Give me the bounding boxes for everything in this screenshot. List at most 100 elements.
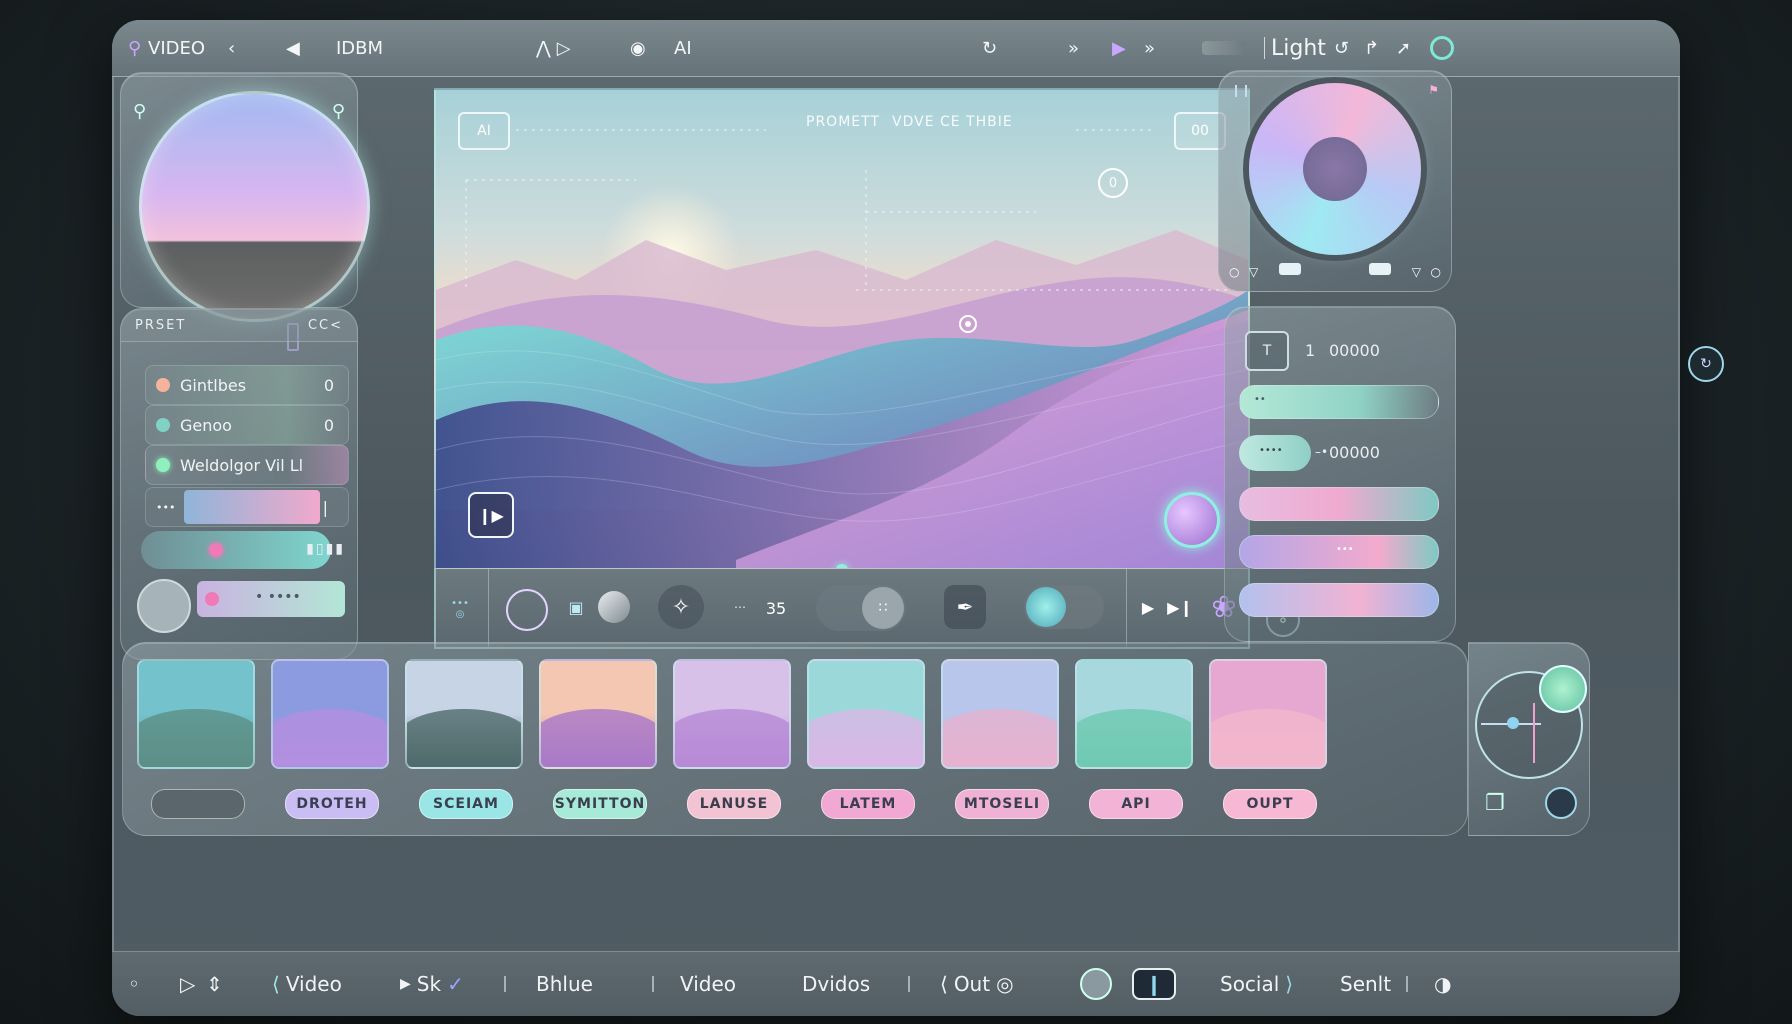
refresh-button[interactable]: ↺ — [1334, 38, 1349, 59]
thumbnail-lavender-field[interactable] — [673, 659, 791, 769]
sync-button[interactable]: ↻ — [982, 38, 997, 59]
record-button[interactable]: ◉ — [630, 38, 646, 59]
shape-toggle[interactable] — [1024, 585, 1104, 629]
video-preview[interactable]: AI PROMETT VDVE CE THBIE 00 0 ❙▶ — [434, 88, 1250, 572]
video-menu[interactable]: VIDEO — [148, 38, 205, 59]
play-pause-button[interactable]: ❙▶ — [468, 492, 514, 538]
color-orb[interactable] — [139, 91, 370, 322]
nav-dot-icon[interactable]: ◦ — [128, 972, 140, 996]
value-chip[interactable]: •••• — [1239, 435, 1311, 471]
category-tag[interactable]: DROTEH — [285, 789, 379, 819]
violet-slider[interactable]: ••• — [1239, 535, 1439, 569]
preset-row[interactable]: Weldolgor Vil Ll — [145, 445, 349, 485]
category-tag[interactable]: OUPT — [1223, 789, 1317, 819]
search-button[interactable]: ⚲ — [128, 38, 141, 59]
grid-toggle[interactable]: ∷ — [816, 585, 906, 631]
thumbnail-green-valley[interactable] — [1075, 659, 1193, 769]
category-tag[interactable]: SYMITTON — [553, 789, 647, 819]
playback-controls: ••• ◎ ▣ ✧ ⋯ 35 ∷ ✒ ▶ ▶❙ — [434, 568, 1300, 649]
mini-slider-knob[interactable] — [205, 592, 219, 606]
clipboard-icon[interactable]: ❐ — [1485, 791, 1505, 816]
category-tag[interactable]: LANUSE — [687, 789, 781, 819]
nav-senlt-tab[interactable]: Senlt — [1340, 972, 1391, 996]
pin-right-icon[interactable]: ⚲ — [332, 101, 345, 122]
text-tool-button[interactable]: T — [1245, 331, 1289, 371]
nav-chevron-icon: ⟨ — [272, 972, 280, 996]
row-label: Genoo — [180, 415, 232, 435]
pen-tool-button[interactable]: ✒ — [944, 585, 986, 629]
category-tag[interactable]: SCEIAM — [419, 789, 513, 819]
disc-button-right[interactable] — [1369, 263, 1391, 275]
collapse-button[interactable]: ‹ — [228, 38, 235, 59]
node-orb[interactable] — [1539, 665, 1587, 713]
link-button[interactable]: ↱ — [1364, 38, 1379, 59]
category-tag[interactable]: LATEM — [821, 789, 915, 819]
thumbnail-cactus[interactable] — [807, 659, 925, 769]
preset-row[interactable]: Gintlbes 0 — [145, 365, 349, 405]
step-button[interactable]: ▶❙ — [1167, 597, 1193, 617]
compass-button[interactable] — [1545, 787, 1577, 819]
record-orb-button[interactable] — [1164, 492, 1220, 548]
blue-slider[interactable] — [1239, 583, 1439, 617]
small-toggle-dots-icon: ••• — [451, 598, 469, 609]
nav-out-tab[interactable]: ⟨ Out ◎ — [940, 972, 1014, 996]
thumbnail-misty-sea[interactable] — [941, 659, 1059, 769]
nav-toggle-button[interactable]: ❙ — [1132, 968, 1176, 1000]
nav-video-tab[interactable]: ⟨ Video — [272, 972, 342, 996]
nav-video2-tab[interactable]: Video — [680, 972, 736, 996]
disc-button-left[interactable] — [1279, 263, 1301, 275]
skip-button[interactable]: » — [1144, 38, 1155, 59]
nav-end-icon[interactable]: ◑ — [1434, 972, 1451, 996]
toggle-knob[interactable] — [209, 543, 223, 557]
fast-forward-button[interactable]: » — [1068, 38, 1079, 59]
nav-sort-icon[interactable]: ⇕ — [206, 972, 223, 996]
pink-slider[interactable] — [1239, 487, 1439, 521]
mint-slider[interactable]: •• — [1239, 385, 1439, 419]
row-label: Gintlbes — [180, 375, 247, 395]
toggle-slider[interactable]: ▮▯▮▮ — [141, 531, 343, 569]
gradient-slider[interactable] — [184, 490, 320, 524]
cube-button[interactable]: ▣ — [564, 595, 588, 619]
category-tag[interactable]: API — [1089, 789, 1183, 819]
color-disc[interactable] — [1249, 83, 1421, 255]
thumbnail-violet-lake[interactable] — [271, 659, 389, 769]
thumbnail-lake-dawn[interactable] — [137, 659, 255, 769]
loop-button[interactable] — [506, 589, 548, 631]
thumbnail-sunset-hills[interactable] — [539, 659, 657, 769]
ai-button[interactable]: AI — [674, 38, 692, 59]
preset-action[interactable]: CC< — [308, 318, 343, 333]
share-button[interactable]: ➚ — [1396, 38, 1411, 59]
dial-knob[interactable] — [137, 579, 191, 633]
cut-tool-button[interactable]: ✧ — [658, 585, 704, 629]
node-graph-dial[interactable] — [1475, 665, 1587, 779]
node-point[interactable] — [1507, 717, 1519, 729]
preset-row[interactable]: Genoo 0 — [145, 405, 349, 445]
status-button[interactable] — [1430, 36, 1454, 60]
small-toggle[interactable]: ••• ◎ — [448, 589, 472, 629]
controls-play-button[interactable]: ▶ — [1138, 597, 1158, 617]
waveform-button[interactable]: ⋀ ▷ — [536, 38, 571, 59]
pin-left-icon[interactable]: ⚲ — [133, 101, 146, 122]
play-button[interactable]: ▶ — [1112, 38, 1126, 59]
category-tag[interactable]: MTOSELI — [955, 789, 1049, 819]
ring-icon: ◎ — [996, 972, 1014, 996]
thumbnail-pink-horizon[interactable] — [1209, 659, 1327, 769]
nav-bhlue-tab[interactable]: Bhlue — [536, 972, 593, 996]
side-scroll-knob[interactable]: ↻ — [1688, 346, 1724, 382]
theme-toggle[interactable]: Light — [1264, 36, 1326, 61]
nav-orb-button[interactable] — [1080, 968, 1112, 1000]
nav-social-tab[interactable]: Social ⟩ — [1220, 972, 1293, 996]
gradient-slider-row[interactable]: ••• | — [145, 487, 349, 527]
back-button[interactable]: ◀ — [286, 38, 300, 59]
ai-badge[interactable]: AI — [458, 112, 510, 150]
sphere-button[interactable] — [598, 591, 630, 623]
nav-dvidos-tab[interactable]: Dvidos — [802, 972, 870, 996]
thumbnail-mountain[interactable] — [405, 659, 523, 769]
node-marker[interactable]: 0 — [1098, 168, 1128, 198]
mini-slider[interactable]: • •••• — [197, 581, 345, 617]
category-tag[interactable] — [151, 789, 245, 819]
nav-sk-tab[interactable]: ▶ Sk ✓ — [400, 972, 464, 996]
nav-play-icon[interactable]: ▷ — [180, 972, 195, 996]
row1-value: 00000 — [1329, 341, 1380, 360]
mode-selector[interactable]: IDBM — [336, 38, 383, 59]
